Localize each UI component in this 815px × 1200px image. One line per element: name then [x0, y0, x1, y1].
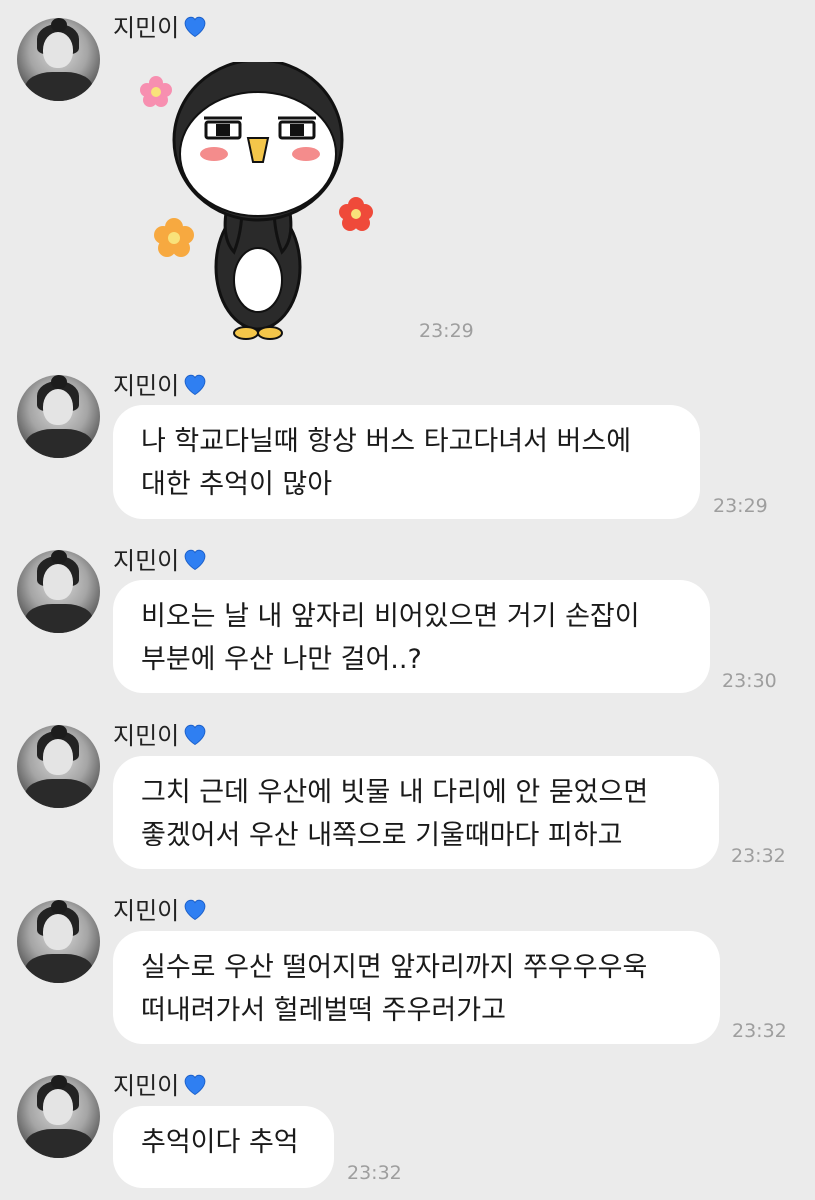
timestamp: 23:32 [732, 1020, 787, 1042]
message-line: 비오는 날 내 앞자리 비어있으면 거기 손잡이 [141, 601, 640, 632]
sender-name: 지민이 [113, 891, 209, 926]
sender-name-text: 지민이 [113, 1072, 180, 1100]
avatar[interactable] [17, 725, 100, 808]
avatar[interactable] [17, 550, 100, 633]
message-bubble[interactable]: 비오는 날 내 앞자리 비어있으면 거기 손잡이 부분에 우산 나만 걸어..? [113, 580, 710, 693]
blue-heart-icon [184, 549, 206, 570]
sender-name-text: 지민이 [113, 372, 180, 400]
avatar[interactable] [17, 900, 100, 983]
avatar[interactable] [17, 375, 100, 458]
timestamp: 23:29 [713, 495, 768, 517]
message-bubble[interactable]: 추억이다 추억 [113, 1106, 334, 1188]
blue-heart-icon [184, 1074, 206, 1095]
sender-name-text: 지민이 [113, 897, 180, 925]
sender-name-text: 지민이 [113, 722, 180, 750]
sender-name-text: 지민이 [113, 14, 180, 42]
timestamp: 23:29 [419, 320, 474, 342]
sender-name: 지민이 [113, 716, 209, 751]
sender-name: 지민이 [113, 541, 209, 576]
message-line: 실수로 우산 떨어지면 앞자리까지 쭈우우우욱 [141, 952, 648, 983]
message-line: 추억이다 추억 [141, 1127, 299, 1158]
timestamp: 23:32 [731, 845, 786, 867]
message-line: 부분에 우산 나만 걸어..? [141, 644, 422, 675]
timestamp: 23:30 [722, 670, 777, 692]
sender-name: 지민이 [113, 8, 209, 43]
message-line: 그치 근데 우산에 빗물 내 다리에 안 묻었으면 [141, 777, 649, 808]
message-line: 나 학교다닐때 항상 버스 타고다녀서 버스에 [141, 426, 632, 457]
message-bubble[interactable]: 나 학교다닐때 항상 버스 타고다녀서 버스에 대한 추억이 많아 [113, 405, 700, 519]
sender-name: 지민이 [113, 1066, 209, 1101]
avatar[interactable] [17, 1075, 100, 1158]
message-bubble[interactable]: 실수로 우산 떨어지면 앞자리까지 쭈우우우욱 떠내려가서 헐레벌떡 주우러가고 [113, 931, 720, 1044]
message-line: 떠내려가서 헐레벌떡 주우러가고 [141, 995, 506, 1026]
avatar[interactable] [17, 18, 100, 101]
sender-name-text: 지민이 [113, 547, 180, 575]
blue-heart-icon [184, 724, 206, 745]
message-bubble[interactable]: 그치 근데 우산에 빗물 내 다리에 안 묻었으면 좋겠어서 우산 내쪽으로 기… [113, 756, 719, 869]
blue-heart-icon [184, 899, 206, 920]
penguin-sticker[interactable] [130, 62, 390, 347]
blue-heart-icon [184, 16, 206, 37]
sender-name: 지민이 [113, 366, 209, 401]
blue-heart-icon [184, 374, 206, 395]
timestamp: 23:32 [347, 1162, 402, 1184]
message-line: 좋겠어서 우산 내쪽으로 기울때마다 피하고 [141, 820, 623, 851]
message-line: 대한 추억이 많아 [141, 469, 333, 500]
